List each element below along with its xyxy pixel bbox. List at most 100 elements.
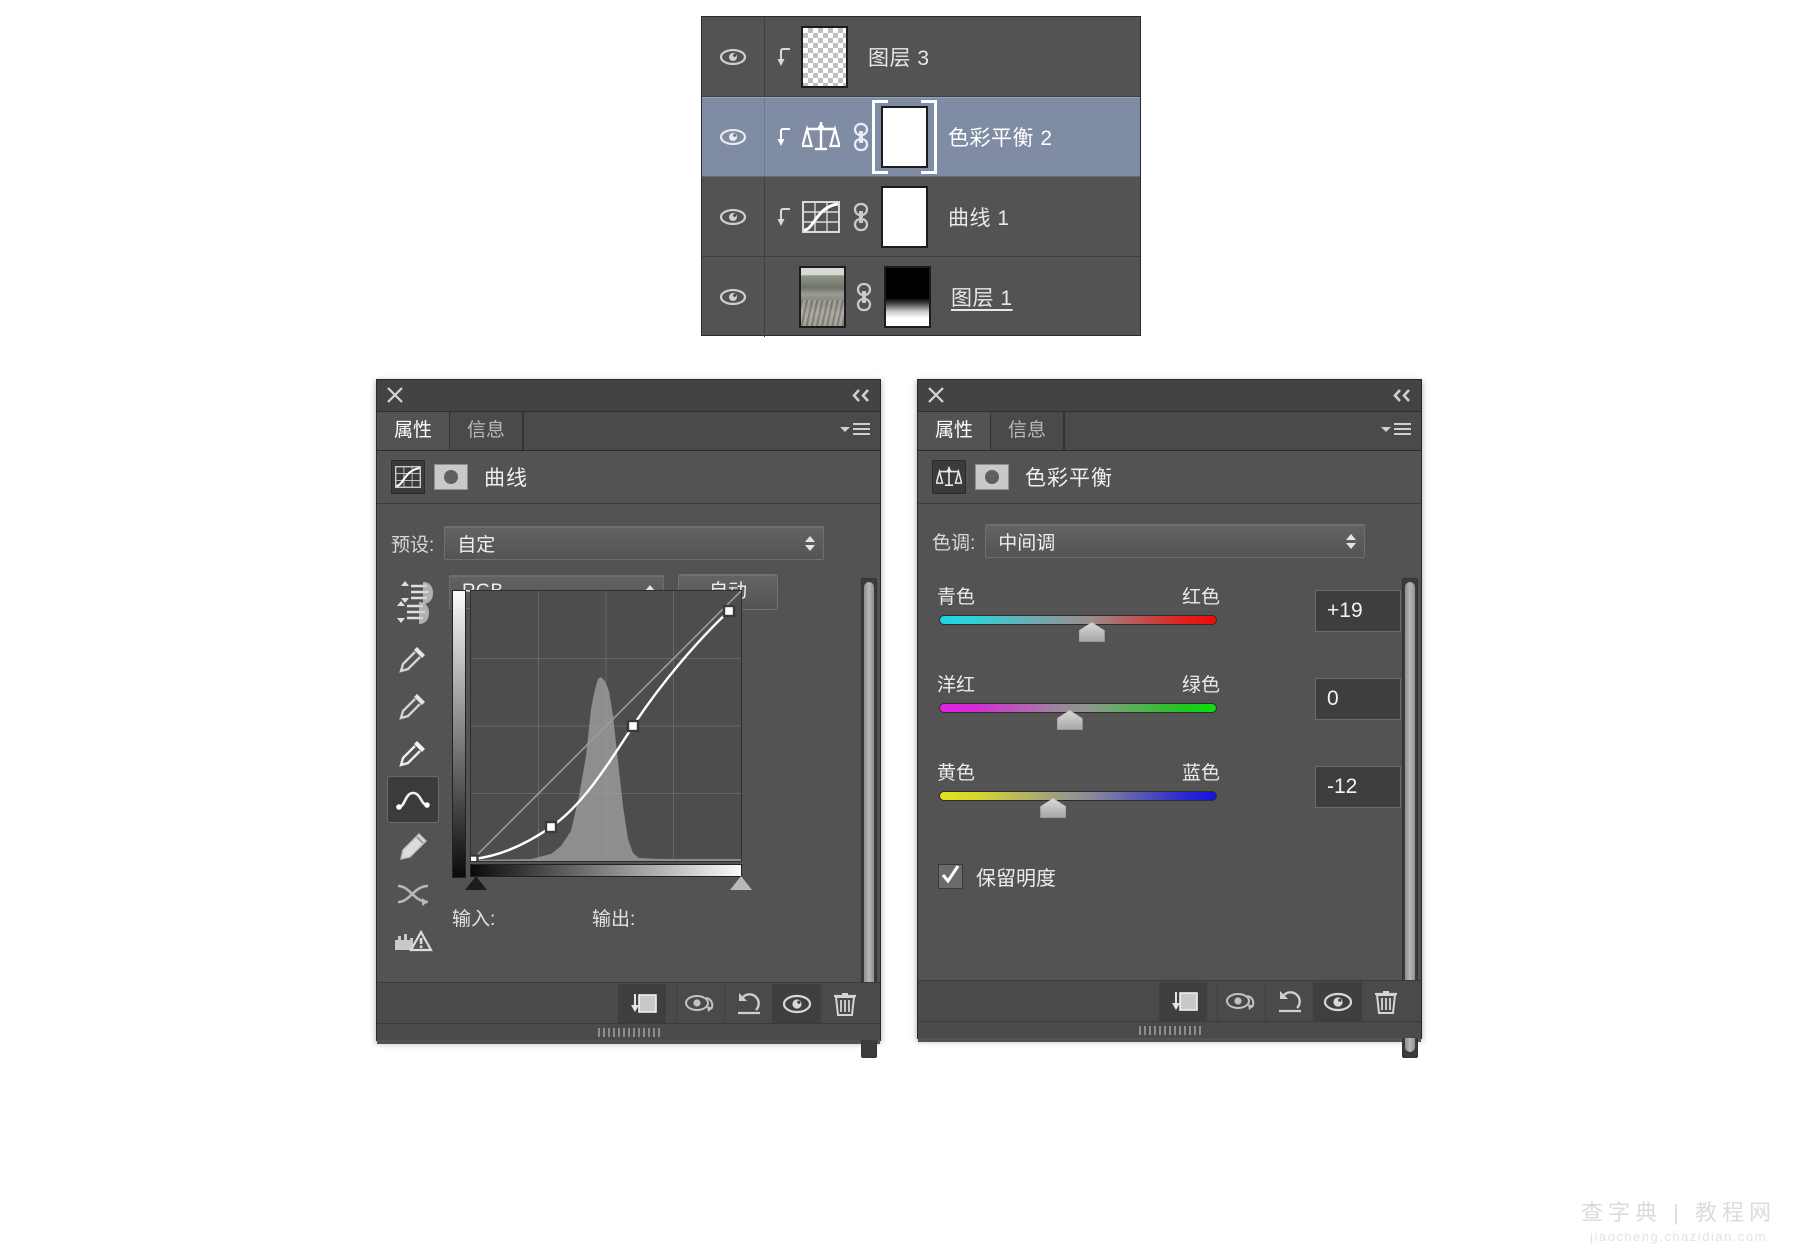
view-previous-state-button[interactable]: [676, 983, 724, 1024]
stepper-arrows-icon: [1346, 533, 1357, 549]
tone-select[interactable]: 中间调: [985, 524, 1366, 558]
panel-resize-grip[interactable]: [377, 1023, 880, 1040]
panel-resize-grip[interactable]: [918, 1021, 1421, 1038]
black-point-eyedropper-tool[interactable]: [387, 635, 439, 682]
color-balance-adjustment-icon-button[interactable]: [932, 460, 966, 494]
toggle-visibility-button[interactable]: [772, 983, 820, 1024]
clipping-warning-icon: [395, 929, 433, 951]
curves-adjustment-icon-button[interactable]: [391, 460, 425, 494]
curve-grid[interactable]: [470, 590, 742, 862]
clip-to-layer-button[interactable]: [618, 983, 666, 1024]
preset-select[interactable]: 自定: [444, 526, 825, 560]
slider-value-input[interactable]: -12: [1315, 766, 1401, 808]
tab-info[interactable]: 信息: [449, 412, 524, 450]
layer-mask-thumbnail-wrap[interactable]: [872, 100, 937, 174]
close-icon[interactable]: [386, 386, 404, 404]
clipping-mask-arrow-icon: [773, 46, 799, 68]
layer-name: 图层 3: [868, 46, 930, 70]
toggle-visibility-button[interactable]: [1313, 981, 1361, 1022]
layer-visibility-toggle[interactable]: [702, 17, 765, 96]
hamburger-icon: [1394, 423, 1411, 435]
mask-link-icon[interactable]: [850, 202, 872, 232]
slider-knob[interactable]: [1040, 798, 1067, 818]
panel-menu-button[interactable]: [1381, 423, 1411, 435]
layer-mask-thumbnail[interactable]: [881, 185, 928, 248]
layer-mask-thumbnail-wrap[interactable]: [881, 185, 928, 248]
slider-right-label: 绿色: [1181, 675, 1220, 696]
slider-knob[interactable]: [1078, 622, 1105, 642]
layer-thumbnail-wrap[interactable]: [799, 266, 846, 328]
collapse-panel-icon[interactable]: [1391, 387, 1413, 404]
slider-value-input[interactable]: 0: [1315, 678, 1401, 720]
white-point-eyedropper-icon: [399, 740, 425, 767]
tab-properties[interactable]: 属性: [918, 412, 991, 450]
layer-thumbnail[interactable]: [801, 25, 848, 88]
white-point-slider[interactable]: [730, 876, 752, 890]
slider-track[interactable]: [939, 615, 1217, 642]
slider-labels: 青色 红色: [937, 582, 1220, 609]
layer-mask-thumbnail[interactable]: [884, 266, 931, 328]
preset-value: 自定: [457, 534, 496, 556]
panel-menu-button[interactable]: [840, 423, 870, 435]
output-gradient-bar: [452, 590, 466, 878]
layer-thumbnail-wrap[interactable]: [801, 25, 848, 88]
layer-visibility-toggle[interactable]: [702, 257, 765, 337]
layer-mask-button[interactable]: [434, 464, 468, 490]
layer-row[interactable]: 图层 1: [702, 257, 1140, 337]
layer-row[interactable]: 色彩平衡 2: [702, 97, 1140, 177]
hamburger-icon: [853, 423, 870, 435]
layer-thumbnail[interactable]: [799, 266, 846, 328]
slider-knob[interactable]: [1056, 710, 1083, 730]
output-label: 输出:: [592, 909, 636, 930]
smooth-curve-tool[interactable]: [387, 870, 439, 917]
clip-to-layer-button[interactable]: [1159, 981, 1207, 1022]
preset-row: 预设: 自定: [391, 526, 841, 560]
mask-link-icon[interactable]: [853, 282, 875, 312]
black-point-slider[interactable]: [465, 876, 487, 890]
layer-row[interactable]: 曲线 1: [702, 177, 1140, 257]
mask-link-icon[interactable]: [850, 122, 872, 152]
tabbar-filler: [1064, 412, 1421, 450]
gray-point-eyedropper-tool[interactable]: [387, 682, 439, 729]
preserve-luminosity-checkbox[interactable]: [938, 864, 963, 889]
color-balance-sliders: 青色 红色 +19 洋红 绿色 0 黄色 蓝色 -12 保留明度: [931, 582, 1401, 891]
adjustment-title: 曲线: [484, 467, 528, 490]
preserve-luminosity-row[interactable]: 保留明度: [938, 862, 1401, 891]
close-icon[interactable]: [927, 386, 945, 404]
slider-track[interactable]: [939, 791, 1217, 818]
toggle-visibility-icon: [782, 994, 811, 1013]
delete-button[interactable]: [820, 983, 868, 1024]
tab-properties[interactable]: 属性: [377, 412, 450, 450]
white-point-eyedropper-tool[interactable]: [387, 729, 439, 776]
clipping-warning-tool[interactable]: [387, 917, 439, 964]
delete-button[interactable]: [1361, 981, 1409, 1022]
collapse-panel-icon[interactable]: [850, 387, 872, 404]
layer-visibility-toggle[interactable]: [702, 177, 765, 256]
view-previous-state-icon: [1225, 992, 1254, 1010]
slider-track[interactable]: [939, 703, 1217, 730]
targeted-adjustment-hand-tool[interactable]: [387, 588, 439, 635]
reset-button[interactable]: [724, 983, 772, 1024]
layer-name: 图层 1: [951, 287, 1013, 310]
black-point-eyedropper-icon: [399, 646, 425, 673]
tab-info[interactable]: 信息: [990, 412, 1065, 450]
adjustment-header: 曲线: [377, 451, 880, 504]
pencil-draw-curve-tool[interactable]: [387, 823, 439, 870]
view-previous-state-button[interactable]: [1217, 981, 1265, 1022]
layer-mask-thumbnail-wrap[interactable]: [884, 266, 931, 328]
layer-row[interactable]: 图层 3: [702, 17, 1140, 97]
layer-name: 色彩平衡 2: [948, 127, 1053, 150]
layer-visibility-toggle[interactable]: [702, 98, 765, 176]
reset-button[interactable]: [1265, 981, 1313, 1022]
panel-footer: [377, 982, 880, 1024]
adjustment-header: 色彩平衡: [918, 451, 1421, 504]
curves-adjustment-thumbnail[interactable]: [799, 200, 843, 233]
curve-point-tool[interactable]: [387, 776, 439, 823]
slider-value-input[interactable]: +19: [1315, 590, 1401, 632]
curves-graph[interactable]: [452, 590, 752, 890]
layer-mask-thumbnail[interactable]: [881, 106, 928, 168]
curves-body: 预设: 自定 RGB 自动: [377, 504, 880, 1058]
histogram-shape: [471, 677, 741, 861]
color-balance-adjustment-thumbnail[interactable]: [799, 120, 843, 154]
layer-mask-button[interactable]: [975, 464, 1009, 490]
